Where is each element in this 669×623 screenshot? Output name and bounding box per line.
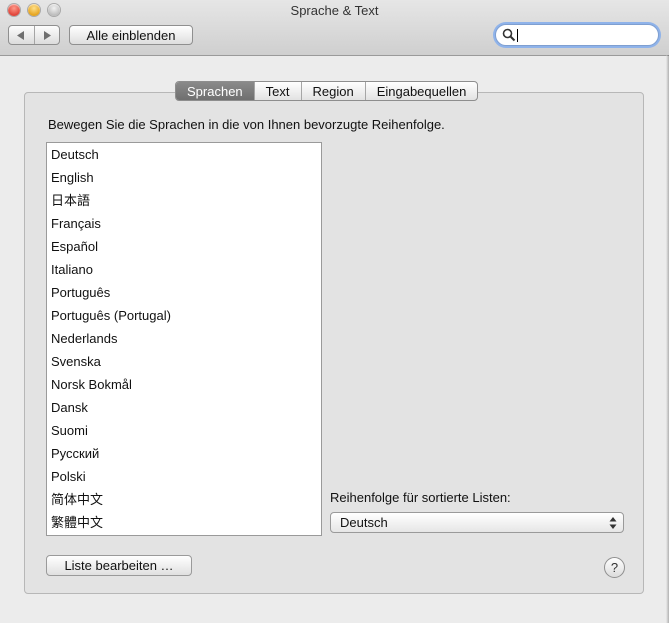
window-title: Sprache & Text	[290, 3, 379, 18]
search-icon	[502, 28, 516, 42]
show-all-button[interactable]: Alle einblenden	[69, 25, 193, 45]
preferences-window: Sprache & Text Alle einblenden Sprachen …	[0, 0, 669, 623]
language-item[interactable]: Italiano	[47, 260, 321, 283]
language-item[interactable]: 日本語	[47, 191, 321, 214]
instructions-text: Bewegen Sie die Sprachen in die von Ihne…	[48, 117, 445, 132]
forward-button[interactable]	[33, 26, 60, 44]
back-forward-control	[8, 25, 60, 45]
language-item[interactable]: Português	[47, 283, 321, 306]
tab-eingabequellen[interactable]: Eingabequellen	[364, 82, 478, 100]
language-item[interactable]: Nederlands	[47, 329, 321, 352]
sort-order-popup[interactable]: Deutsch	[330, 512, 624, 533]
triangle-left-icon	[17, 30, 25, 40]
updown-arrows-icon	[609, 517, 617, 529]
language-item[interactable]: Deutsch	[47, 145, 321, 168]
tab-sprachen[interactable]: Sprachen	[176, 82, 254, 100]
language-item[interactable]: Dansk	[47, 398, 321, 421]
language-list[interactable]: Deutsch English 日本語 Français Español Ita…	[46, 142, 322, 536]
language-item[interactable]: English	[47, 168, 321, 191]
language-item[interactable]: Norsk Bokmål	[47, 375, 321, 398]
help-button[interactable]: ?	[604, 557, 625, 578]
language-item[interactable]: Español	[47, 237, 321, 260]
language-item[interactable]: 繁體中文	[47, 513, 321, 536]
tab-region[interactable]: Region	[300, 82, 365, 100]
tab-text[interactable]: Text	[253, 82, 301, 100]
language-item[interactable]: Português (Portugal)	[47, 306, 321, 329]
sort-order-label: Reihenfolge für sortierte Listen:	[330, 490, 511, 505]
language-item[interactable]: Polski	[47, 467, 321, 490]
sort-order-value: Deutsch	[340, 515, 388, 530]
search-field[interactable]	[495, 24, 659, 46]
title-bar: Sprache & Text Alle einblenden	[0, 0, 669, 56]
back-button[interactable]	[9, 26, 34, 44]
text-caret	[517, 29, 518, 42]
triangle-right-icon	[43, 30, 51, 40]
language-item[interactable]: Français	[47, 214, 321, 237]
language-item[interactable]: Suomi	[47, 421, 321, 444]
edit-list-button[interactable]: Liste bearbeiten …	[46, 555, 192, 576]
tab-bar: Sprachen Text Region Eingabequellen	[175, 81, 479, 101]
language-item[interactable]: Русский	[47, 444, 321, 467]
language-item[interactable]: 简体中文	[47, 490, 321, 513]
language-item[interactable]: Svenska	[47, 352, 321, 375]
